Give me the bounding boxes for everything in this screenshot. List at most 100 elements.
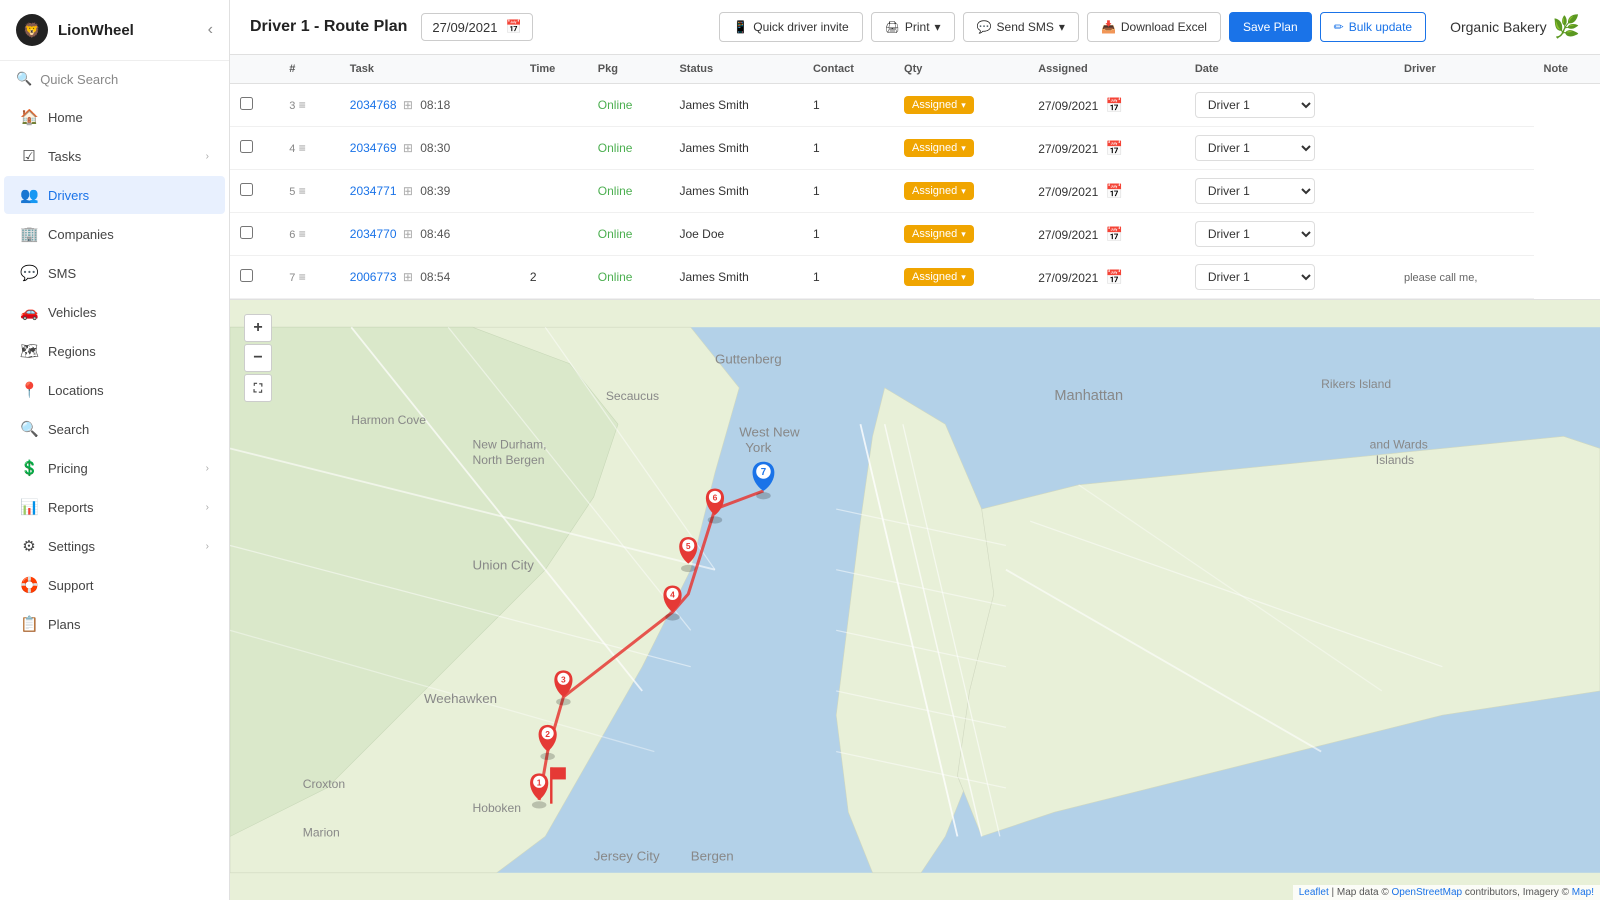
row-contact: James Smith bbox=[669, 256, 803, 299]
sidebar-item-settings[interactable]: ⚙ Settings › bbox=[4, 527, 225, 565]
send-sms-button[interactable]: 💬 Send SMS ▾ bbox=[963, 12, 1079, 42]
copy-icon[interactable]: ⊞ bbox=[403, 270, 413, 284]
svg-text:York: York bbox=[745, 440, 772, 455]
row-checkbox[interactable] bbox=[240, 226, 253, 239]
mapbox-link[interactable]: Map! bbox=[1572, 887, 1594, 898]
driver-select[interactable]: Driver 1 bbox=[1195, 264, 1315, 290]
row-date: 27/09/2021 📅 bbox=[1028, 170, 1185, 213]
assigned-badge[interactable]: Assigned ▾ bbox=[904, 139, 974, 157]
assigned-badge[interactable]: Assigned ▾ bbox=[904, 268, 974, 286]
driver-select[interactable]: Driver 1 bbox=[1195, 92, 1315, 118]
driver-select[interactable]: Driver 1 bbox=[1195, 221, 1315, 247]
sidebar-item-companies[interactable]: 🏢 Companies bbox=[4, 215, 225, 253]
row-assigned: Assigned ▾ bbox=[894, 213, 1028, 256]
sidebar-item-plans[interactable]: 📋 Plans bbox=[4, 605, 225, 643]
task-id-link[interactable]: 2006773 bbox=[350, 270, 397, 284]
download-excel-button[interactable]: 📥 Download Excel bbox=[1087, 12, 1221, 42]
date-picker[interactable]: 27/09/2021 📅 bbox=[421, 13, 532, 41]
sidebar-collapse-button[interactable]: ‹ bbox=[208, 21, 213, 39]
assigned-badge[interactable]: Assigned ▾ bbox=[904, 225, 974, 243]
sidebar-item-label-pricing: Pricing bbox=[48, 461, 88, 476]
drag-icon: ≡ bbox=[299, 227, 306, 241]
drag-icon: ≡ bbox=[299, 98, 306, 112]
col-num: # bbox=[279, 55, 339, 84]
sidebar-item-sms[interactable]: 💬 SMS bbox=[4, 254, 225, 292]
row-date: 27/09/2021 📅 bbox=[1028, 256, 1185, 299]
table-row: 6 ≡ 2034770 ⊞ 08:46 Online Joe Doe 1 Ass… bbox=[230, 213, 1600, 256]
svg-text:Secaucus: Secaucus bbox=[606, 389, 659, 403]
table-row: 3 ≡ 2034768 ⊞ 08:18 Online James Smith 1… bbox=[230, 84, 1600, 127]
map-pin-2[interactable]: 2 bbox=[539, 725, 557, 760]
row-note bbox=[1394, 127, 1534, 170]
map-pin-6[interactable]: 6 bbox=[706, 488, 724, 523]
map-container: Guttenberg Secaucus Harmon Cove New Durh… bbox=[230, 300, 1600, 900]
row-status: Online bbox=[588, 170, 670, 213]
sidebar-item-pricing[interactable]: 💲 Pricing › bbox=[4, 449, 225, 487]
sidebar-item-search[interactable]: 🔍 Search bbox=[4, 410, 225, 448]
map-zoom-in-button[interactable]: + bbox=[244, 314, 272, 342]
sidebar-item-locations[interactable]: 📍 Locations bbox=[4, 371, 225, 409]
map-zoom-out-button[interactable]: − bbox=[244, 344, 272, 372]
companies-icon: 🏢 bbox=[20, 225, 38, 243]
row-driver: Driver 1 bbox=[1185, 170, 1394, 213]
assigned-badge[interactable]: Assigned ▾ bbox=[904, 182, 974, 200]
leaflet-link[interactable]: Leaflet bbox=[1299, 887, 1329, 898]
sidebar-item-label-plans: Plans bbox=[48, 617, 81, 632]
copy-icon[interactable]: ⊞ bbox=[403, 98, 413, 112]
svg-text:Jersey City: Jersey City bbox=[594, 849, 660, 864]
copy-icon[interactable]: ⊞ bbox=[403, 227, 413, 241]
calendar-icon[interactable]: 📅 bbox=[1106, 226, 1123, 242]
copy-icon[interactable]: ⊞ bbox=[403, 141, 413, 155]
task-id-link[interactable]: 2034771 bbox=[350, 184, 397, 198]
row-driver: Driver 1 bbox=[1185, 213, 1394, 256]
osm-link[interactable]: OpenStreetMap bbox=[1392, 887, 1463, 898]
sidebar-item-vehicles[interactable]: 🚗 Vehicles bbox=[4, 293, 225, 331]
driver-select[interactable]: Driver 1 bbox=[1195, 135, 1315, 161]
quick-driver-invite-button[interactable]: 📱 Quick driver invite bbox=[719, 12, 862, 42]
svg-text:Bergen: Bergen bbox=[691, 849, 734, 864]
copy-icon[interactable]: ⊞ bbox=[403, 184, 413, 198]
print-button[interactable]: 🖨 Print ▾ bbox=[871, 12, 955, 42]
sidebar-item-reports[interactable]: 📊 Reports › bbox=[4, 488, 225, 526]
row-checkbox[interactable] bbox=[240, 183, 253, 196]
row-checkbox-cell bbox=[230, 170, 279, 213]
calendar-icon[interactable]: 📅 bbox=[1106, 269, 1123, 285]
bulk-update-button[interactable]: ✏ Bulk update bbox=[1320, 12, 1426, 42]
row-qty: 1 bbox=[803, 256, 894, 299]
calendar-icon[interactable]: 📅 bbox=[1106, 183, 1123, 199]
row-checkbox[interactable] bbox=[240, 97, 253, 110]
map-pin-4[interactable]: 4 bbox=[663, 585, 681, 620]
row-status: Online bbox=[588, 213, 670, 256]
save-plan-button[interactable]: Save Plan bbox=[1229, 12, 1312, 42]
map-pin-5[interactable]: 5 bbox=[679, 537, 697, 572]
row-checkbox[interactable] bbox=[240, 269, 253, 282]
task-id-link[interactable]: 2034770 bbox=[350, 227, 397, 241]
col-contact: Contact bbox=[803, 55, 894, 84]
row-checkbox[interactable] bbox=[240, 140, 253, 153]
svg-text:Hoboken: Hoboken bbox=[472, 801, 520, 815]
sidebar-item-tasks[interactable]: ☑ Tasks › bbox=[4, 137, 225, 175]
driver-select[interactable]: Driver 1 bbox=[1195, 178, 1315, 204]
row-qty: 1 bbox=[803, 127, 894, 170]
row-time: 08:54 bbox=[420, 270, 450, 284]
calendar-icon[interactable]: 📅 bbox=[1106, 140, 1123, 156]
svg-text:Weehawken: Weehawken bbox=[424, 691, 497, 706]
task-id-link[interactable]: 2034768 bbox=[350, 98, 397, 112]
sidebar-item-home[interactable]: 🏠 Home bbox=[4, 98, 225, 136]
header-left: Driver 1 - Route Plan 27/09/2021 📅 bbox=[250, 13, 533, 41]
task-id-link[interactable]: 2034769 bbox=[350, 141, 397, 155]
map-pin-3[interactable]: 3 bbox=[554, 670, 572, 705]
svg-text:7: 7 bbox=[761, 467, 766, 478]
chevron-right-icon: › bbox=[206, 151, 209, 162]
sidebar-item-support[interactable]: 🛟 Support bbox=[4, 566, 225, 604]
map-pin-1[interactable]: 1 bbox=[530, 773, 548, 808]
sidebar-item-drivers[interactable]: 👥 Drivers bbox=[4, 176, 225, 214]
sidebar-item-regions[interactable]: 🗺 Regions bbox=[4, 332, 225, 370]
calendar-icon[interactable]: 📅 bbox=[1106, 97, 1123, 113]
chevron-right-icon: › bbox=[206, 502, 209, 513]
row-contact: James Smith bbox=[669, 170, 803, 213]
sidebar-item-label-settings: Settings bbox=[48, 539, 95, 554]
assigned-badge[interactable]: Assigned ▾ bbox=[904, 96, 974, 114]
map-fullscreen-button[interactable]: ⛶ bbox=[244, 374, 272, 402]
quick-search-trigger[interactable]: 🔍 Quick Search bbox=[0, 61, 229, 97]
